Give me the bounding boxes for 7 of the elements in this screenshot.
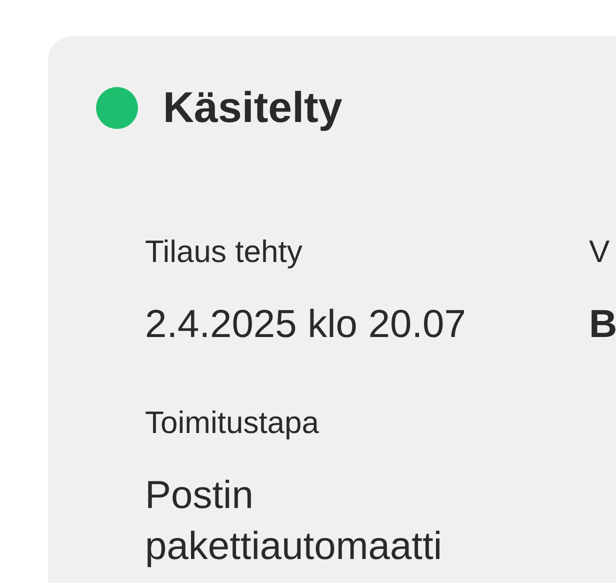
field-value: 2.4.2025 klo 20.07 — [145, 302, 466, 348]
status-title: Käsitelty — [163, 83, 342, 134]
field-label: Toimitustapa — [145, 404, 320, 442]
field-label: Tilaus tehty — [145, 233, 302, 271]
field-value: B — [589, 302, 616, 348]
field-value: Postin pakettiautomaatti — [145, 473, 444, 570]
field-label: V — [589, 233, 610, 271]
